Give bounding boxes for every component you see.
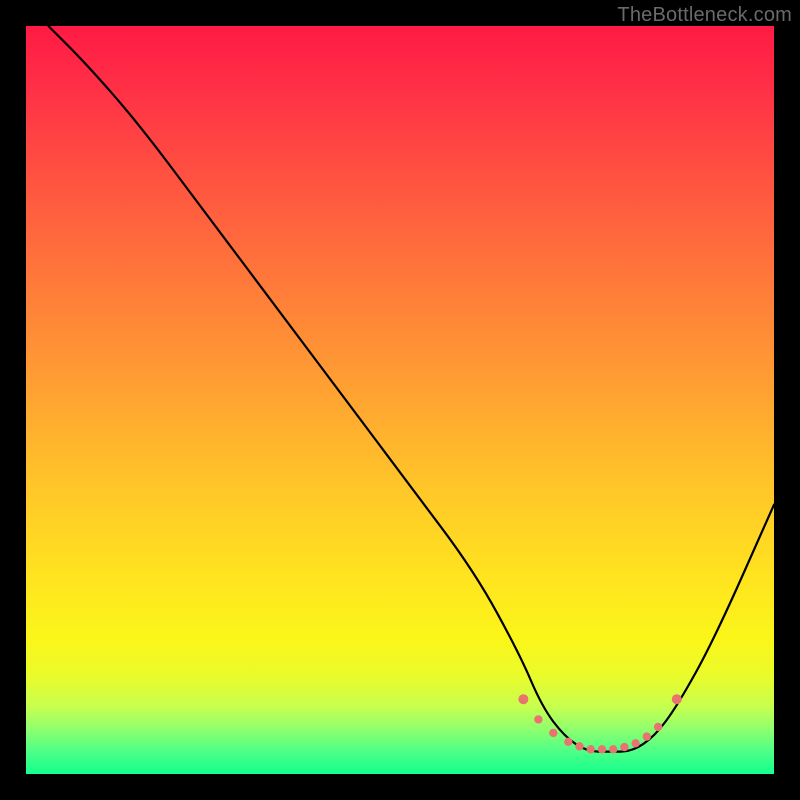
trough-marker-dot (575, 742, 583, 750)
trough-marker-dot (643, 732, 651, 740)
trough-marker-dot (598, 745, 606, 753)
trough-marker-dot (518, 694, 528, 704)
trough-marker-dot (672, 694, 682, 704)
bottleneck-curve-path (48, 26, 774, 752)
curve-layer (48, 26, 774, 752)
watermark-text: TheBottleneck.com (617, 4, 792, 27)
trough-marker-dot (609, 745, 617, 753)
trough-marker-dot (654, 723, 662, 731)
trough-marker-dot (549, 729, 557, 737)
chart-container: TheBottleneck.com (0, 0, 800, 800)
plot-area (26, 26, 774, 774)
trough-marker-dot (534, 715, 542, 723)
bottleneck-curve-svg (26, 26, 774, 774)
trough-marker-dot (620, 743, 628, 751)
trough-marker-dot (587, 745, 595, 753)
trough-marker-dot (631, 739, 639, 747)
trough-marker-dot (564, 738, 572, 746)
